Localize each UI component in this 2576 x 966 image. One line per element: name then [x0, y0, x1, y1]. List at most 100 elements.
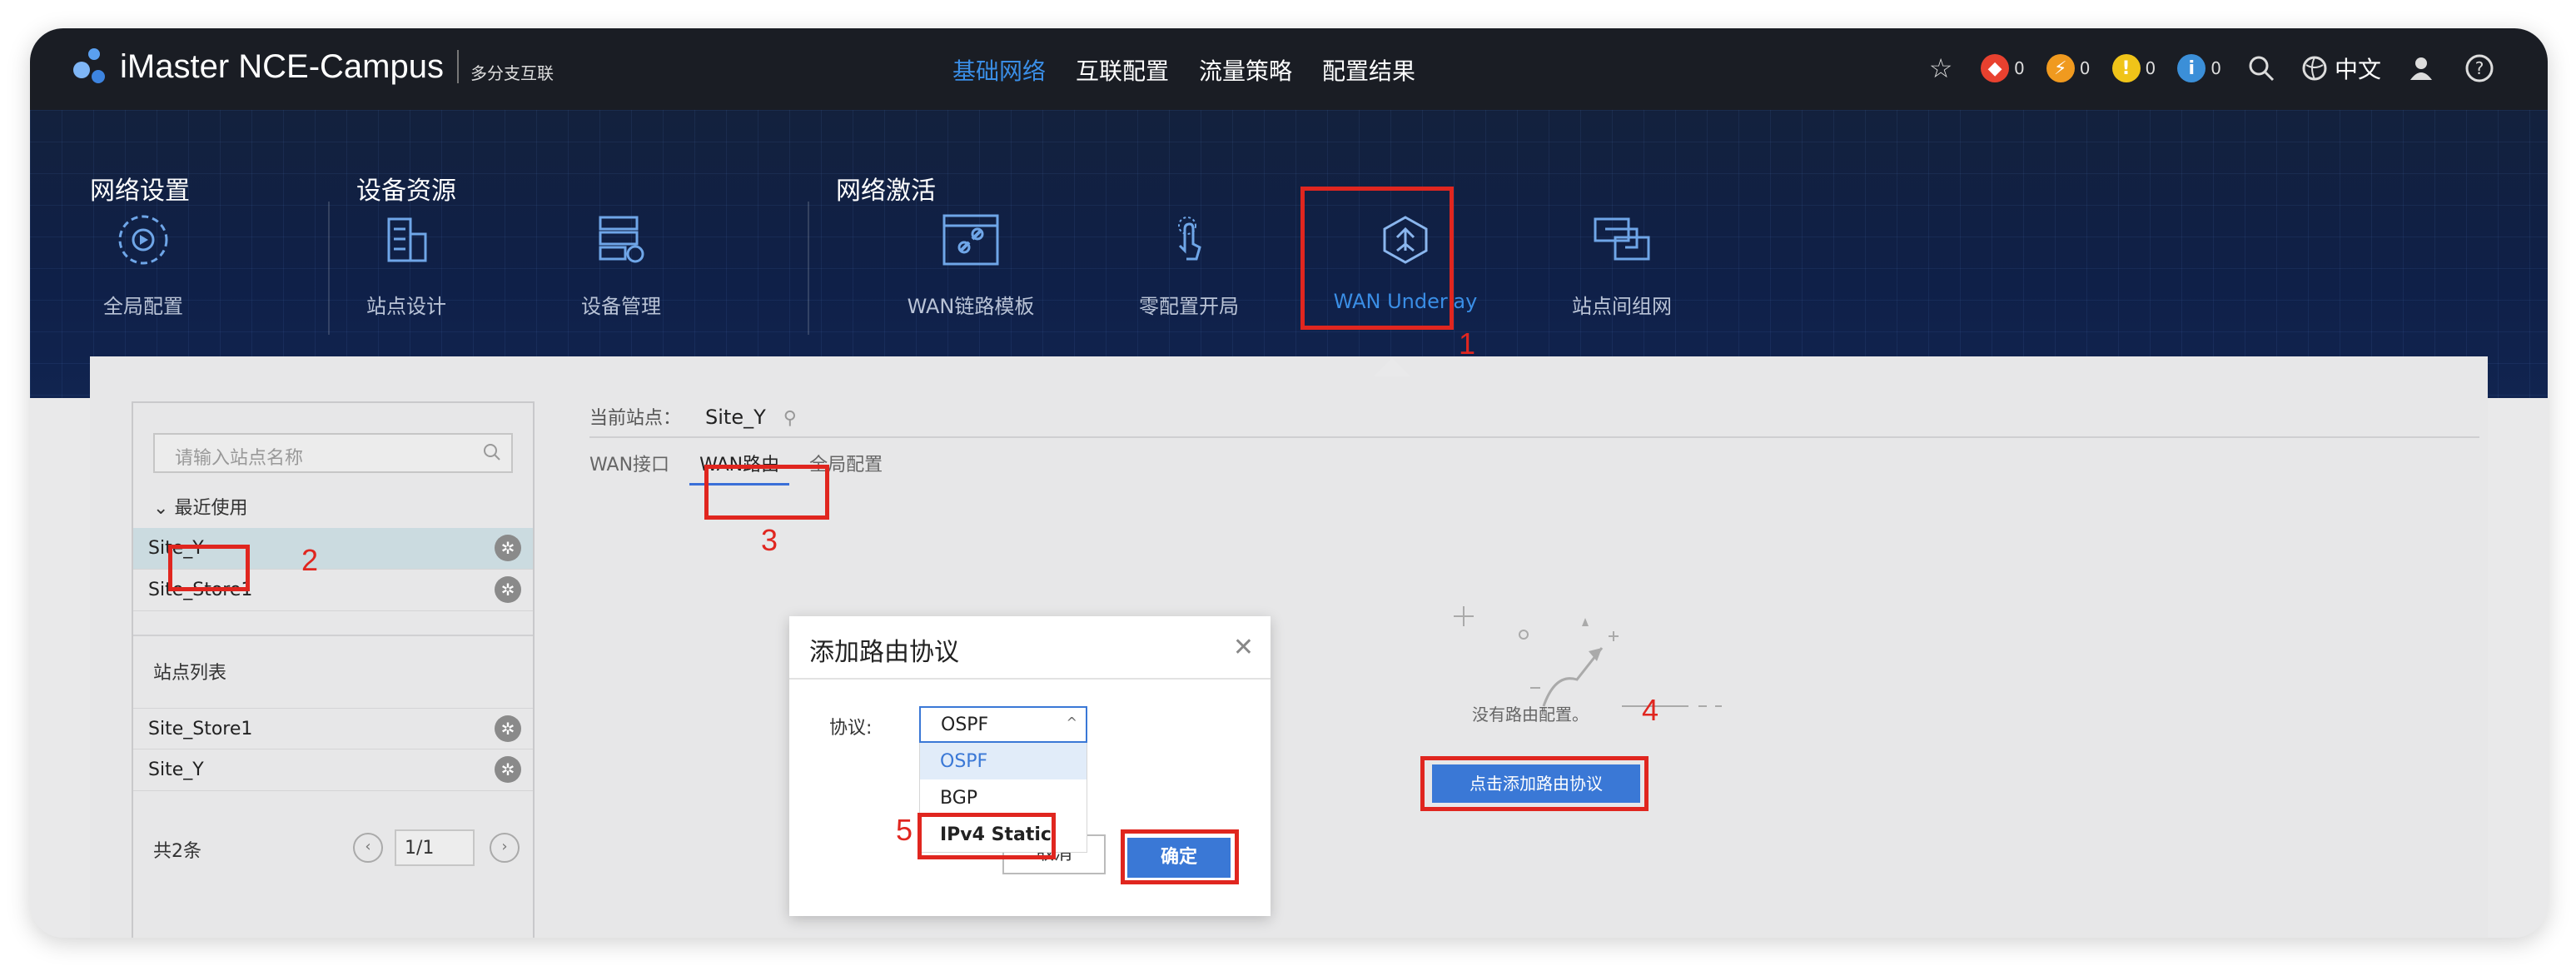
tile-label: 站点设计: [366, 295, 446, 318]
search-icon[interactable]: [483, 443, 501, 466]
tile-label: 设备管理: [581, 295, 661, 318]
link-window-icon: [937, 207, 1004, 273]
minor-alarm-icon: !: [2111, 54, 2141, 82]
alarm-count: 0: [2014, 58, 2025, 78]
alarm-count: 0: [2145, 58, 2156, 78]
current-site: 当前站点： Site_Y ⚲: [589, 403, 797, 430]
dialog-divider: [789, 678, 1271, 680]
nav-interconnect-config[interactable]: 互联配置: [1076, 53, 1169, 87]
major-alarm-icon: ⚡: [2046, 54, 2075, 82]
site-list-row[interactable]: Site_Store1 ✲: [133, 708, 533, 749]
group-network-settings: 网络设置: [90, 177, 190, 206]
empty-state-illustration: [1454, 606, 1722, 707]
site-search-input[interactable]: 请输入站点名称: [153, 433, 513, 473]
empty-state-text: 没有路由配置。: [1472, 705, 1589, 724]
alarm-minor[interactable]: ! 0: [2111, 54, 2156, 82]
gear-icon[interactable]: ✲: [495, 756, 521, 783]
building-icon: [373, 207, 440, 273]
tab-wan-interface[interactable]: WAN接口: [589, 450, 689, 485]
svg-text:?: ?: [2475, 58, 2484, 78]
nav-config-result[interactable]: 配置结果: [1322, 53, 1415, 87]
tap-icon: [1156, 207, 1222, 273]
annotation-number: 4: [1642, 693, 1659, 727]
alarm-count: 0: [2079, 58, 2091, 78]
alarm-critical[interactable]: ◆ 0: [1981, 54, 2025, 82]
tile-label: 零配置开局: [1139, 295, 1239, 318]
brand-divider: [456, 50, 459, 83]
brand-subtitle: 多分支互联: [470, 62, 554, 83]
current-site-value: Site_Y: [705, 406, 766, 429]
top-nav: 基础网络 互联配置 流量策略 配置结果: [952, 53, 1415, 87]
server-gear-icon: [588, 207, 654, 273]
annotation-box-2: [168, 545, 250, 591]
annotation-number: 3: [761, 523, 778, 557]
language-label: 中文: [2334, 56, 2381, 83]
critical-alarm-icon: ◆: [1981, 54, 2010, 82]
page-select[interactable]: 1/1: [395, 829, 475, 866]
brand-name: iMaster NCE-Campus: [120, 47, 444, 85]
protocol-label: 协议:: [829, 718, 873, 739]
tile-device-management[interactable]: 设备管理: [530, 207, 713, 340]
search-icon[interactable]: [2243, 50, 2280, 87]
annotation-box-4: [1420, 756, 1649, 811]
current-site-label: 当前站点：: [589, 408, 682, 429]
group-network-activation: 网络激活: [836, 177, 936, 206]
recent-label: 最近使用: [174, 498, 248, 519]
total-count: 共2条: [153, 841, 201, 862]
dialog-title: 添加路由协议: [809, 638, 959, 667]
topology-icon[interactable]: ⚲: [783, 408, 797, 429]
next-page-button[interactable]: ›: [490, 833, 520, 863]
top-bar: iMaster NCE-Campus 多分支互联 基础网络 互联配置 流量策略 …: [30, 28, 2548, 110]
section-divider: [133, 635, 533, 636]
tile-site-design[interactable]: 站点设计: [315, 207, 498, 340]
recent-toggle[interactable]: ⌄ 最近使用: [153, 493, 247, 520]
tile-label: 站点间组网: [1572, 295, 1672, 318]
global-config-icon: [110, 207, 177, 273]
tile-zero-touch[interactable]: 零配置开局: [1097, 207, 1281, 340]
top-icons: ☆ ◆ 0 ⚡ 0 ! 0 i 0 中文 ?: [1922, 50, 2498, 87]
gear-icon[interactable]: ✲: [495, 576, 521, 603]
annotation-number: 1: [1459, 326, 1476, 361]
prev-page-button[interactable]: ‹: [353, 833, 383, 863]
annotation-box-1: [1300, 187, 1454, 330]
annotation-box-5: [918, 813, 1056, 859]
tile-global-config[interactable]: 全局配置: [52, 207, 235, 340]
option-bgp[interactable]: BGP: [920, 779, 1087, 816]
tile-wan-link-template[interactable]: WAN链路模板: [879, 207, 1062, 340]
app-window: iMaster NCE-Campus 多分支互联 基础网络 互联配置 流量策略 …: [30, 28, 2548, 938]
alarm-info[interactable]: i 0: [2177, 54, 2221, 82]
tile-inter-site-network[interactable]: 站点间组网: [1530, 207, 1713, 340]
group-device-resources: 设备资源: [356, 177, 456, 206]
pagination: 共2条 ‹ 1/1 ›: [153, 829, 520, 866]
inter-site-icon: [1589, 207, 1655, 273]
group-divider: [808, 202, 809, 335]
nav-traffic-policy[interactable]: 流量策略: [1199, 53, 1292, 87]
alarm-count: 0: [2210, 58, 2221, 78]
site-list-row[interactable]: Site_Y ✲: [133, 749, 533, 791]
user-icon[interactable]: [2403, 50, 2439, 87]
selected-protocol: OSPF: [941, 715, 989, 735]
info-alarm-icon: i: [2177, 54, 2206, 82]
gear-icon[interactable]: ✲: [495, 715, 521, 742]
language-switch[interactable]: 中文: [2301, 52, 2381, 85]
option-ospf[interactable]: OSPF: [920, 743, 1087, 779]
protocol-select[interactable]: OSPF ^: [919, 706, 1087, 743]
alarm-major[interactable]: ⚡ 0: [2046, 54, 2091, 82]
close-icon[interactable]: ✕: [1233, 633, 1254, 662]
annotation-number: 5: [896, 813, 913, 847]
tile-pointer: [1374, 358, 1410, 376]
gear-icon[interactable]: ✲: [495, 535, 521, 561]
annotation-box-3: [704, 465, 829, 520]
page-value: 1/1: [405, 838, 435, 859]
site-list-label: 站点列表: [153, 663, 227, 684]
chevron-down-icon: ⌄: [153, 498, 169, 519]
help-icon[interactable]: ?: [2461, 50, 2498, 87]
star-icon[interactable]: ☆: [1922, 50, 1959, 87]
content-panel: 请输入站点名称 ⌄ 最近使用 Site_Y ✲ Site_Store1 ✲ 站点…: [90, 356, 2488, 938]
site-name: Site_Y: [148, 759, 204, 780]
tile-label: 全局配置: [103, 295, 183, 318]
logo[interactable]: iMaster NCE-Campus 多分支互联: [70, 47, 554, 87]
nav-basic-network[interactable]: 基础网络: [952, 53, 1046, 87]
feature-banner: 网络设置 设备资源 网络激活 全局配置 站点设计 设备管理 WAN链路模板 零配…: [30, 110, 2548, 398]
logo-icon: [70, 47, 110, 87]
